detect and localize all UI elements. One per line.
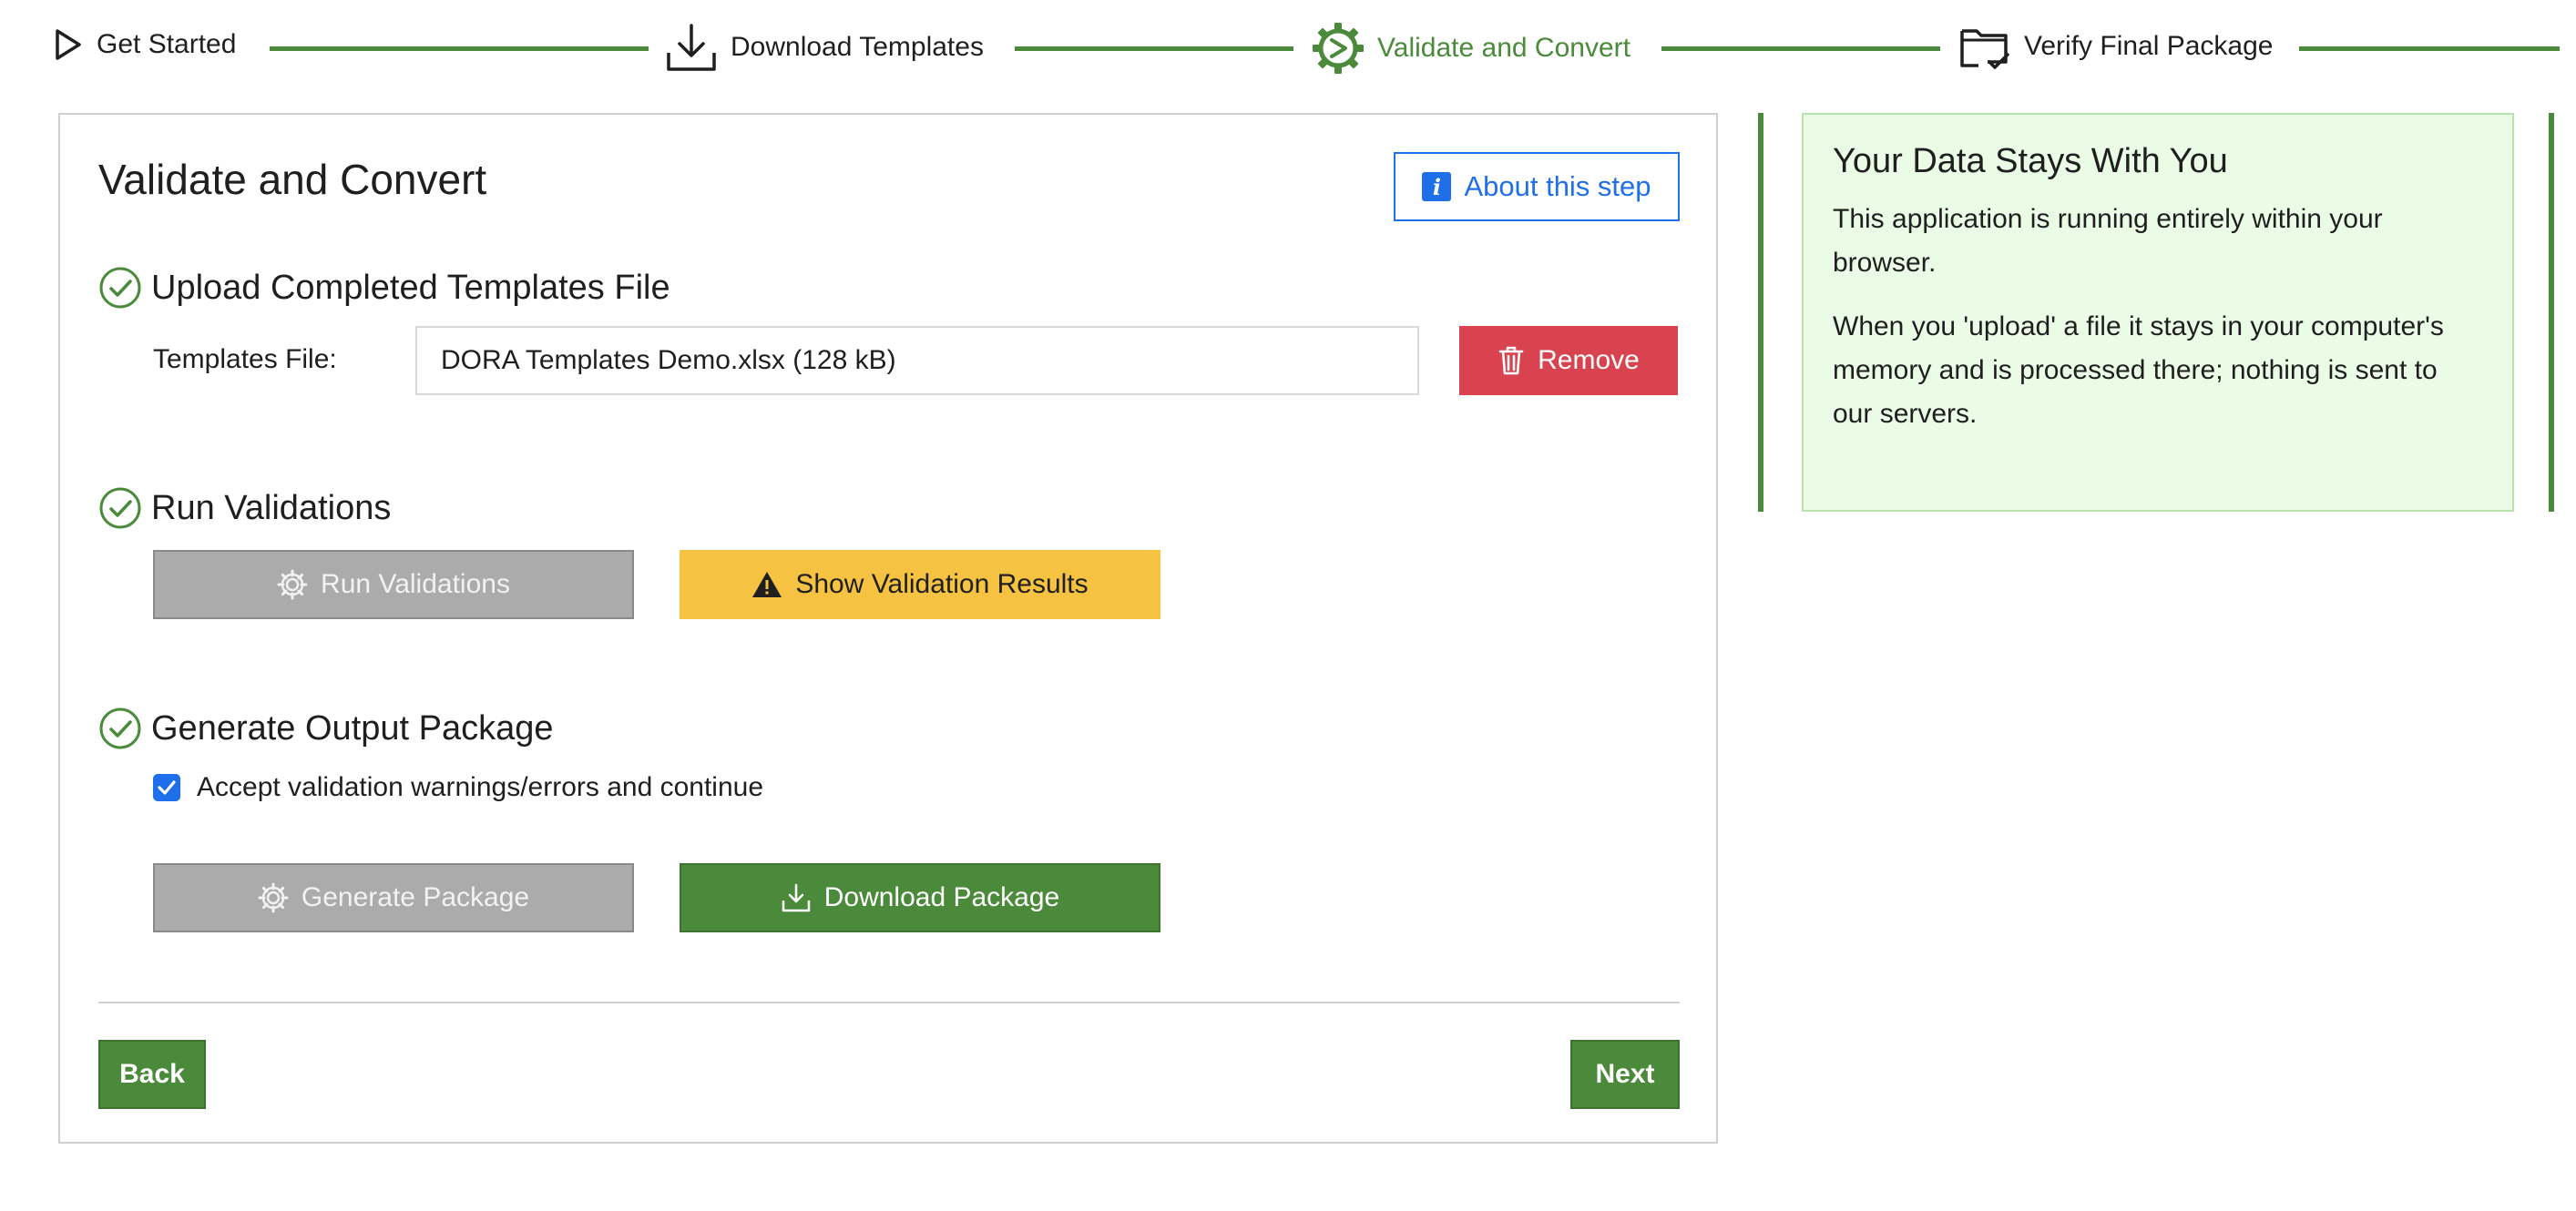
step-connector — [1015, 46, 1293, 51]
show-validation-results-label: Show Validation Results — [795, 569, 1089, 599]
show-validation-results-button[interactable]: Show Validation Results — [680, 550, 1160, 619]
validations-section-heading: Run Validations — [98, 486, 391, 530]
about-step-button[interactable]: i About this step — [1394, 152, 1680, 221]
check-circle-icon — [99, 487, 141, 529]
download-icon — [667, 24, 716, 71]
next-button[interactable]: Next — [1570, 1040, 1680, 1109]
warning-icon — [752, 572, 782, 597]
accept-warnings-checkbox[interactable] — [153, 774, 180, 801]
play-outline-icon — [56, 29, 81, 60]
remove-file-button[interactable]: Remove — [1459, 326, 1678, 395]
privacy-text-2: When you 'upload' a file it stays in you… — [1833, 311, 2444, 429]
side-panel-accent-left — [1758, 113, 1763, 512]
download-icon — [782, 883, 810, 912]
output-section-heading: Generate Output Package — [98, 707, 554, 750]
templates-file-label: Templates File: — [153, 344, 337, 374]
upload-section-heading: Upload Completed Templates File — [98, 266, 670, 310]
step-label: Download Templates — [731, 32, 984, 62]
section-title: Generate Output Package — [151, 708, 554, 748]
download-package-button[interactable]: Download Package — [680, 863, 1160, 932]
templates-file-value: DORA Templates Demo.xlsx (128 kB) — [441, 345, 896, 375]
download-package-label: Download Package — [823, 882, 1060, 912]
gear-icon — [258, 882, 289, 913]
accept-warnings-label[interactable]: Accept validation warnings/errors and co… — [197, 772, 763, 803]
step-connector — [1661, 46, 1940, 51]
privacy-text-1: This application is running entirely wit… — [1833, 204, 2383, 278]
section-title: Upload Completed Templates File — [151, 268, 670, 307]
page-title: Validate and Convert — [98, 156, 487, 203]
generate-package-button[interactable]: Generate Package — [153, 863, 634, 932]
info-icon: i — [1422, 172, 1452, 201]
folder-check-icon — [1960, 29, 2009, 69]
templates-file-field[interactable]: DORA Templates Demo.xlsx (128 kB) — [415, 326, 1419, 395]
data-privacy-panel: Your Data Stays With You This applicatio… — [1802, 113, 2514, 512]
step-connector — [2299, 46, 2560, 51]
trash-icon — [1498, 346, 1524, 375]
check-circle-icon — [99, 707, 141, 749]
privacy-heading: Your Data Stays With You — [1833, 142, 2228, 180]
run-validations-label: Run Validations — [321, 569, 510, 599]
step-label: Get Started — [97, 29, 237, 59]
section-title: Run Validations — [151, 488, 392, 527]
step-label: Verify Final Package — [2024, 31, 2274, 61]
step-verify-package[interactable]: Verify Final Package — [1958, 22, 2273, 71]
step-get-started[interactable]: Get Started — [53, 27, 236, 62]
step-download-templates[interactable]: Download Templates — [665, 22, 984, 73]
generate-package-label: Generate Package — [301, 882, 530, 912]
check-circle-icon — [99, 267, 141, 309]
side-panel-accent-right — [2549, 113, 2554, 512]
about-step-label: About this step — [1464, 170, 1651, 202]
checkmark-icon — [158, 780, 176, 795]
remove-label: Remove — [1538, 345, 1640, 375]
step-validate-convert[interactable]: Validate and Convert — [1312, 22, 1630, 75]
step-label: Validate and Convert — [1377, 33, 1630, 63]
step-connector — [270, 46, 649, 51]
gear-convert-icon — [1313, 23, 1364, 74]
back-button[interactable]: Back — [98, 1040, 206, 1109]
divider — [98, 1002, 1680, 1003]
main-card: Validate and Convert i About this step U… — [58, 113, 1718, 1144]
gear-icon — [277, 569, 308, 600]
run-validations-button[interactable]: Run Validations — [153, 550, 634, 619]
